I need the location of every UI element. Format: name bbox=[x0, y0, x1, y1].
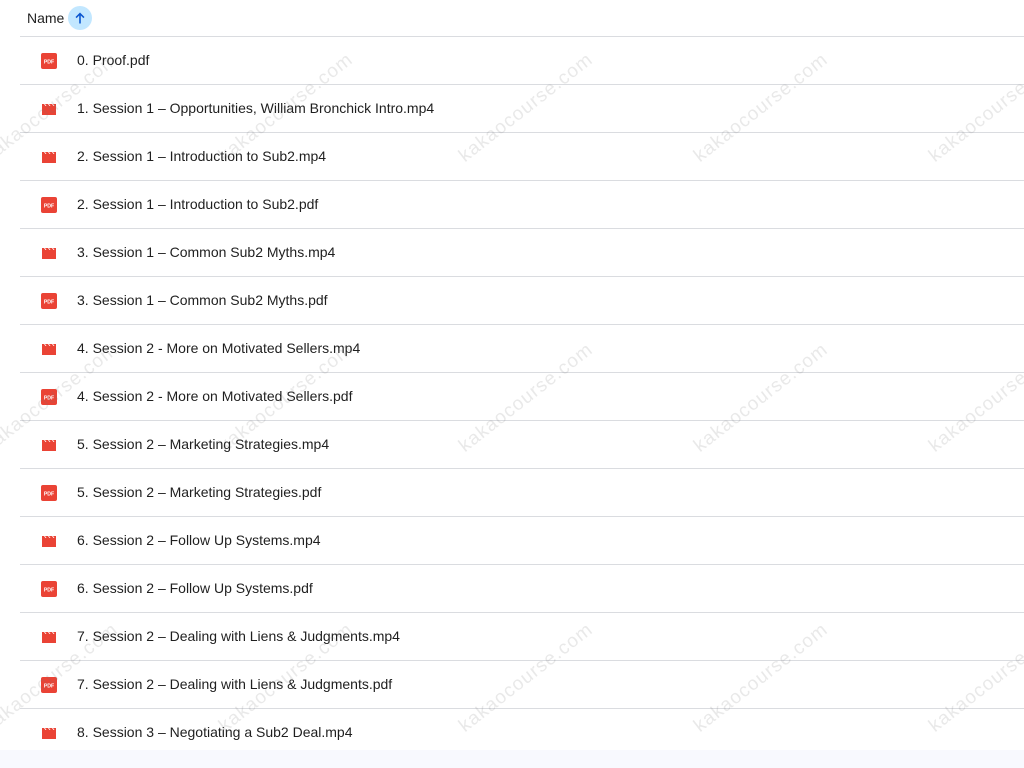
name-column-header[interactable]: Name bbox=[27, 10, 64, 26]
file-name: 6. Session 2 – Follow Up Systems.pdf bbox=[77, 580, 313, 596]
file-name: 6. Session 2 – Follow Up Systems.mp4 bbox=[77, 532, 321, 548]
file-name: 3. Session 1 – Common Sub2 Myths.mp4 bbox=[77, 244, 336, 260]
video-file-icon bbox=[41, 245, 57, 261]
file-row[interactable]: PDF 3. Session 1 – Common Sub2 Myths.pdf bbox=[20, 277, 1024, 325]
file-name: 0. Proof.pdf bbox=[77, 52, 150, 68]
file-name: 5. Session 2 – Marketing Strategies.mp4 bbox=[77, 436, 330, 452]
video-file-icon bbox=[41, 629, 57, 645]
pdf-file-icon: PDF bbox=[41, 677, 57, 693]
pdf-file-icon: PDF bbox=[41, 197, 57, 213]
svg-text:PDF: PDF bbox=[44, 684, 54, 690]
video-file-icon bbox=[41, 533, 57, 549]
file-row[interactable]: PDF 4. Session 2 - More on Motivated Sell… bbox=[20, 373, 1024, 421]
sort-ascending-button[interactable] bbox=[68, 6, 93, 30]
svg-text:PDF: PDF bbox=[44, 300, 54, 306]
file-name: 4. Session 2 - More on Motivated Sellers… bbox=[77, 388, 353, 404]
pdf-file-icon: PDF bbox=[41, 53, 57, 69]
video-file-icon bbox=[41, 101, 57, 117]
file-name: 5. Session 2 – Marketing Strategies.pdf bbox=[77, 484, 322, 500]
file-row[interactable]: 3. Session 1 – Common Sub2 Myths.mp4 bbox=[20, 229, 1024, 277]
file-row[interactable]: PDF 7. Session 2 – Dealing with Liens & J… bbox=[20, 661, 1024, 709]
file-name: 2. Session 1 – Introduction to Sub2.pdf bbox=[77, 196, 319, 212]
file-name: 7. Session 2 – Dealing with Liens & Judg… bbox=[77, 676, 393, 692]
video-file-icon bbox=[41, 437, 57, 453]
file-row[interactable]: PDF 5. Session 2 – Marketing Strategies.p… bbox=[20, 469, 1024, 517]
svg-text:PDF: PDF bbox=[44, 60, 54, 66]
file-row[interactable]: 2. Session 1 – Introduction to Sub2.mp4 bbox=[20, 133, 1024, 181]
pdf-file-icon: PDF bbox=[41, 389, 57, 405]
file-list-page: Name PDF 0. Proof.pdf 1. Session 1 – Oppor… bbox=[0, 0, 1024, 768]
file-list: PDF 0. Proof.pdf 1. Session 1 – Opportunit… bbox=[20, 36, 1024, 757]
file-name: 7. Session 2 – Dealing with Liens & Judg… bbox=[77, 628, 400, 644]
list-header: Name bbox=[0, 0, 1024, 36]
file-name: 2. Session 1 – Introduction to Sub2.mp4 bbox=[77, 148, 327, 164]
file-row[interactable]: PDF 2. Session 1 – Introduction to Sub2.p… bbox=[20, 181, 1024, 229]
video-file-icon bbox=[41, 725, 57, 741]
video-file-icon bbox=[41, 149, 57, 165]
pdf-file-icon: PDF bbox=[41, 293, 57, 309]
svg-text:PDF: PDF bbox=[44, 204, 54, 210]
file-row[interactable]: 5. Session 2 – Marketing Strategies.mp4 bbox=[20, 421, 1024, 469]
file-name: 8. Session 3 – Negotiating a Sub2 Deal.m… bbox=[77, 724, 353, 740]
svg-text:PDF: PDF bbox=[44, 492, 54, 498]
file-row[interactable]: PDF 0. Proof.pdf bbox=[20, 37, 1024, 85]
svg-text:PDF: PDF bbox=[44, 588, 54, 594]
svg-text:PDF: PDF bbox=[44, 396, 54, 402]
arrow-up-icon bbox=[75, 12, 85, 24]
pdf-file-icon: PDF bbox=[41, 485, 57, 501]
pdf-file-icon: PDF bbox=[41, 581, 57, 597]
file-row[interactable]: 7. Session 2 – Dealing with Liens & Judg… bbox=[20, 613, 1024, 661]
file-row[interactable]: 6. Session 2 – Follow Up Systems.mp4 bbox=[20, 517, 1024, 565]
file-name: 1. Session 1 – Opportunities, William Br… bbox=[77, 100, 435, 116]
file-row[interactable]: 4. Session 2 - More on Motivated Sellers… bbox=[20, 325, 1024, 373]
file-row[interactable]: 1. Session 1 – Opportunities, William Br… bbox=[20, 85, 1024, 133]
file-row[interactable]: PDF 6. Session 2 – Follow Up Systems.pdf bbox=[20, 565, 1024, 613]
file-name: 4. Session 2 - More on Motivated Sellers… bbox=[77, 340, 361, 356]
file-name: 3. Session 1 – Common Sub2 Myths.pdf bbox=[77, 292, 328, 308]
list-footer bbox=[0, 750, 1024, 768]
video-file-icon bbox=[41, 341, 57, 357]
